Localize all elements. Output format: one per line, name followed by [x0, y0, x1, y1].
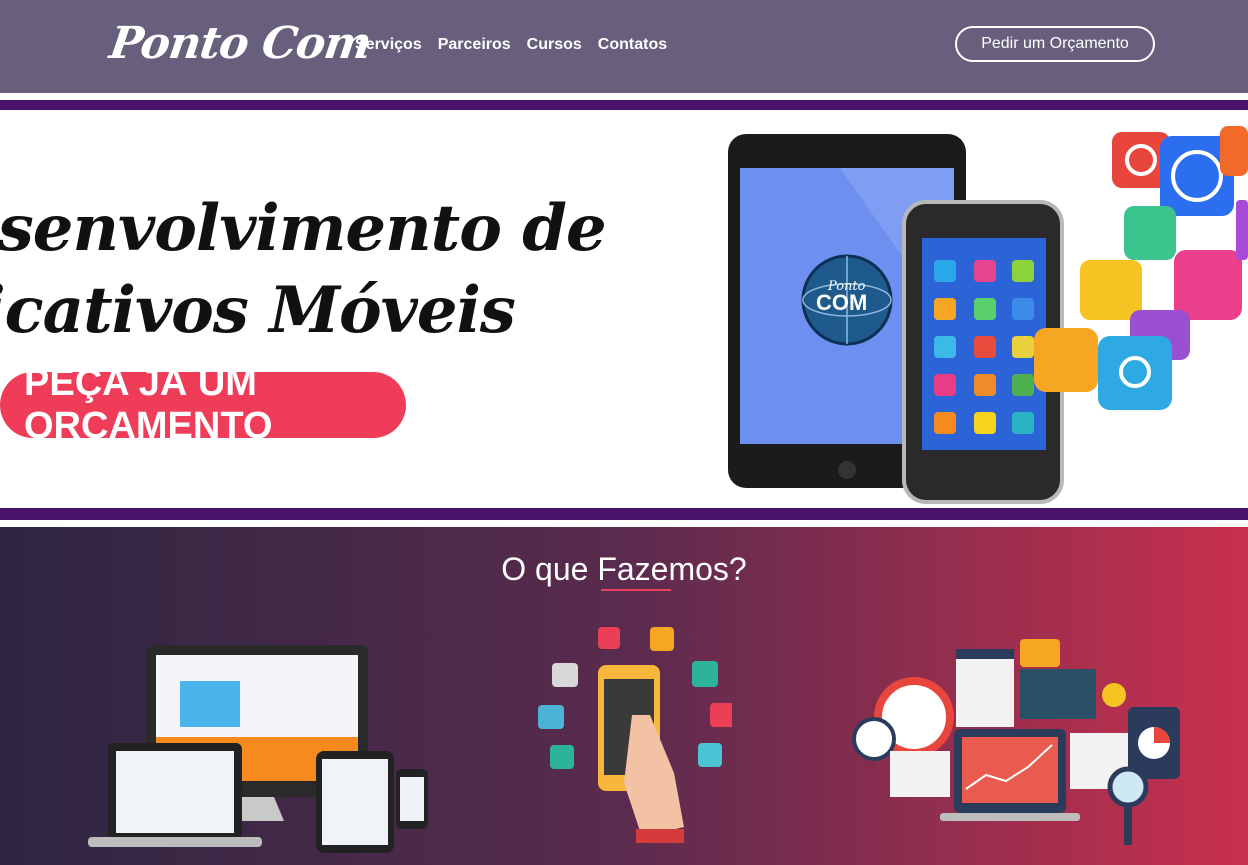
mobile-apps-illustration[interactable]	[532, 623, 732, 863]
section-title: O que Fazemos?	[501, 551, 747, 587]
site-logo[interactable]: Ponto Com	[106, 18, 373, 69]
floating-app-icons	[1034, 126, 1248, 410]
nav-link-servicos[interactable]: Serviços	[355, 36, 422, 54]
hero-title-line-1: esenvolvimento de	[0, 191, 607, 266]
hero-title: esenvolvimento de licativos Móveis	[0, 188, 607, 352]
mobile-devices-illustration: Ponto COM	[728, 126, 1248, 504]
hero-quote-button[interactable]: PEÇA JÁ UM ORÇAMENTO	[0, 362, 406, 447]
web-analytics-illustration[interactable]	[848, 629, 1188, 865]
hero-title-line-2: licativos Móveis	[0, 273, 516, 348]
main-nav: Serviços Parceiros Cursos Contatos	[355, 36, 667, 54]
nav-link-contatos[interactable]: Contatos	[598, 36, 667, 54]
responsive-web-design-illustration[interactable]	[80, 637, 430, 865]
tablet-logo-line-2: COM	[816, 290, 867, 315]
nav-link-parceiros[interactable]: Parceiros	[438, 36, 511, 54]
hero-bottom-stripe	[0, 508, 1248, 520]
services-section: O que Fazemos?	[0, 527, 1248, 865]
hero-banner[interactable]: esenvolvimento de licativos Móveis PEÇA …	[0, 100, 1248, 520]
section-title-underline	[601, 589, 671, 591]
site-header: Ponto Com Serviços Parceiros Cursos Cont…	[0, 0, 1248, 93]
nav-link-cursos[interactable]: Cursos	[527, 36, 582, 54]
request-quote-button[interactable]: Pedir um Orçamento	[955, 26, 1155, 62]
hero-top-stripe	[0, 100, 1248, 110]
